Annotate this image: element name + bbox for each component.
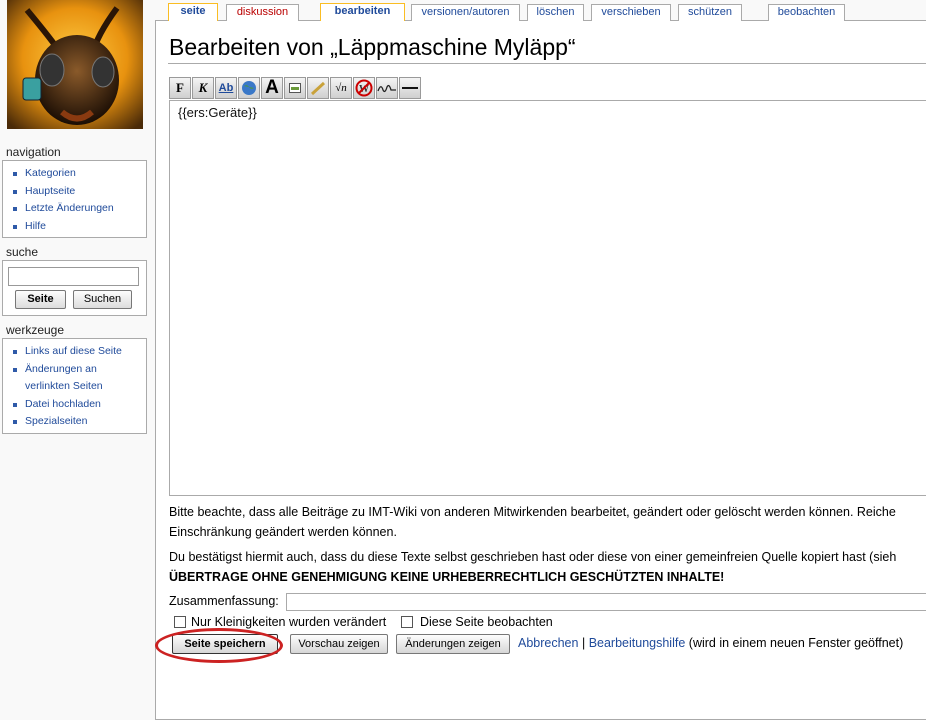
save-page-button[interactable]: Seite speichern	[172, 634, 278, 654]
tab-page[interactable]: seite	[168, 3, 218, 21]
horizontal-line-icon[interactable]	[399, 77, 421, 99]
tab-watch[interactable]: beobachten	[768, 4, 845, 21]
link-separator: |	[581, 636, 586, 650]
tab-edit[interactable]: bearbeiten	[320, 3, 405, 21]
summary-input[interactable]	[286, 593, 926, 611]
line-glyph	[402, 87, 418, 89]
media-icon	[310, 81, 326, 96]
tools-link[interactable]: Datei hochladen	[25, 398, 101, 410]
tools-link[interactable]: Änderungen an	[25, 363, 97, 375]
tools-item-special-pages[interactable]: Spezialseiten	[11, 413, 146, 431]
preview-button[interactable]: Vorschau zeigen	[290, 634, 388, 654]
tools-link-continued[interactable]: verlinkten Seiten	[25, 380, 103, 392]
search-portlet: Seite Suchen	[2, 260, 147, 316]
cancel-link[interactable]: Abbrechen	[518, 636, 578, 650]
navigation-portlet: Kategorien Hauptseite Letzte Änderungen …	[2, 160, 147, 238]
internal-link-icon[interactable]: Ab	[215, 77, 237, 99]
title-divider	[168, 63, 926, 64]
tools-link[interactable]: Spezialseiten	[25, 415, 87, 427]
globe-icon	[242, 81, 256, 95]
nav-item-hauptseite[interactable]: Hauptseite	[11, 183, 146, 201]
editing-help-link[interactable]: Bearbeitungshilfe	[589, 636, 686, 650]
nav-link[interactable]: Hilfe	[25, 220, 46, 232]
nav-link[interactable]: Hauptseite	[25, 185, 75, 197]
navigation-heading: navigation	[6, 145, 61, 159]
search-heading: suche	[6, 245, 39, 259]
internal-link-glyph: Ab	[218, 82, 234, 94]
nav-link[interactable]: Letzte Änderungen	[25, 202, 114, 214]
minor-edit-label: Nur Kleinigkeiten wurden verändert	[191, 615, 387, 629]
signature-scribble-icon	[377, 84, 396, 93]
nav-item-recent-changes[interactable]: Letzte Änderungen	[11, 200, 146, 218]
math-glyph: √n	[335, 82, 347, 94]
tools-item-whatlinkshere[interactable]: Links auf diese Seite	[11, 343, 146, 361]
show-changes-button[interactable]: Änderungen zeigen	[396, 634, 510, 654]
copyright-warning: ÜBERTRAGE OHNE GENEHMIGUNG KEINE URHEBER…	[169, 570, 725, 584]
wiki-logo[interactable]	[7, 0, 143, 129]
signature-icon[interactable]	[376, 77, 398, 99]
go-button[interactable]: Seite	[15, 290, 66, 309]
nav-item-kategorien[interactable]: Kategorien	[11, 165, 146, 183]
no-wiki-icon: W	[355, 79, 373, 97]
headline-icon[interactable]: A	[261, 77, 283, 99]
tools-heading: werkzeuge	[6, 323, 65, 337]
edit-textarea[interactable]: {{ers:Geräte}}	[169, 100, 926, 496]
bold-glyph: F	[176, 80, 184, 95]
tools-item-related-changes[interactable]: Änderungen an verlinkten Seiten	[11, 361, 146, 396]
summary-label: Zusammenfassung:	[169, 594, 279, 608]
bold-icon[interactable]: F	[169, 77, 191, 99]
help-new-window-note: (wird in einem neuen Fenster geöffnet)	[688, 636, 904, 650]
edit-notice-line: Einschränkung geändert werden können.	[169, 525, 397, 539]
tab-protect[interactable]: schützen	[678, 4, 742, 21]
logo-image	[7, 0, 143, 129]
edit-notice-line: Bitte beachte, dass alle Beiträge zu IMT…	[169, 505, 896, 519]
tools-portlet: Links auf diese Seite Änderungen an verli…	[2, 338, 147, 434]
search-input[interactable]	[8, 267, 139, 286]
watch-page-checkbox[interactable]	[401, 616, 413, 628]
tab-move[interactable]: verschieben	[591, 4, 671, 21]
tab-history[interactable]: versionen/autoren	[411, 4, 520, 21]
picture-icon	[289, 83, 301, 93]
italic-icon[interactable]: K	[192, 77, 214, 99]
nowiki-icon[interactable]: W	[353, 77, 375, 99]
nav-item-help[interactable]: Hilfe	[11, 218, 146, 236]
minor-edit-checkbox[interactable]	[174, 616, 186, 628]
external-link-icon[interactable]	[238, 77, 260, 99]
tools-item-upload[interactable]: Datei hochladen	[11, 396, 146, 414]
tools-link[interactable]: Links auf diese Seite	[25, 345, 122, 357]
tab-delete[interactable]: löschen	[527, 4, 584, 21]
search-button[interactable]: Suchen	[73, 290, 132, 309]
page-title: Bearbeiten von „Läppmaschine Myläpp“	[169, 34, 576, 60]
headline-glyph: A	[265, 77, 279, 98]
tab-discussion[interactable]: diskussion	[226, 4, 299, 21]
italic-glyph: K	[198, 80, 208, 95]
edit-links: Abbrechen | Bearbeitungshilfe (wird in e…	[518, 636, 903, 650]
copyright-notice-line: Du bestätigst hiermit auch, dass du dies…	[169, 550, 897, 564]
embedded-image-icon[interactable]	[284, 77, 306, 99]
media-link-icon[interactable]	[307, 77, 329, 99]
math-formula-icon[interactable]: √n	[330, 77, 352, 99]
watch-page-label: Diese Seite beobachten	[420, 615, 553, 629]
nav-link[interactable]: Kategorien	[25, 167, 76, 179]
